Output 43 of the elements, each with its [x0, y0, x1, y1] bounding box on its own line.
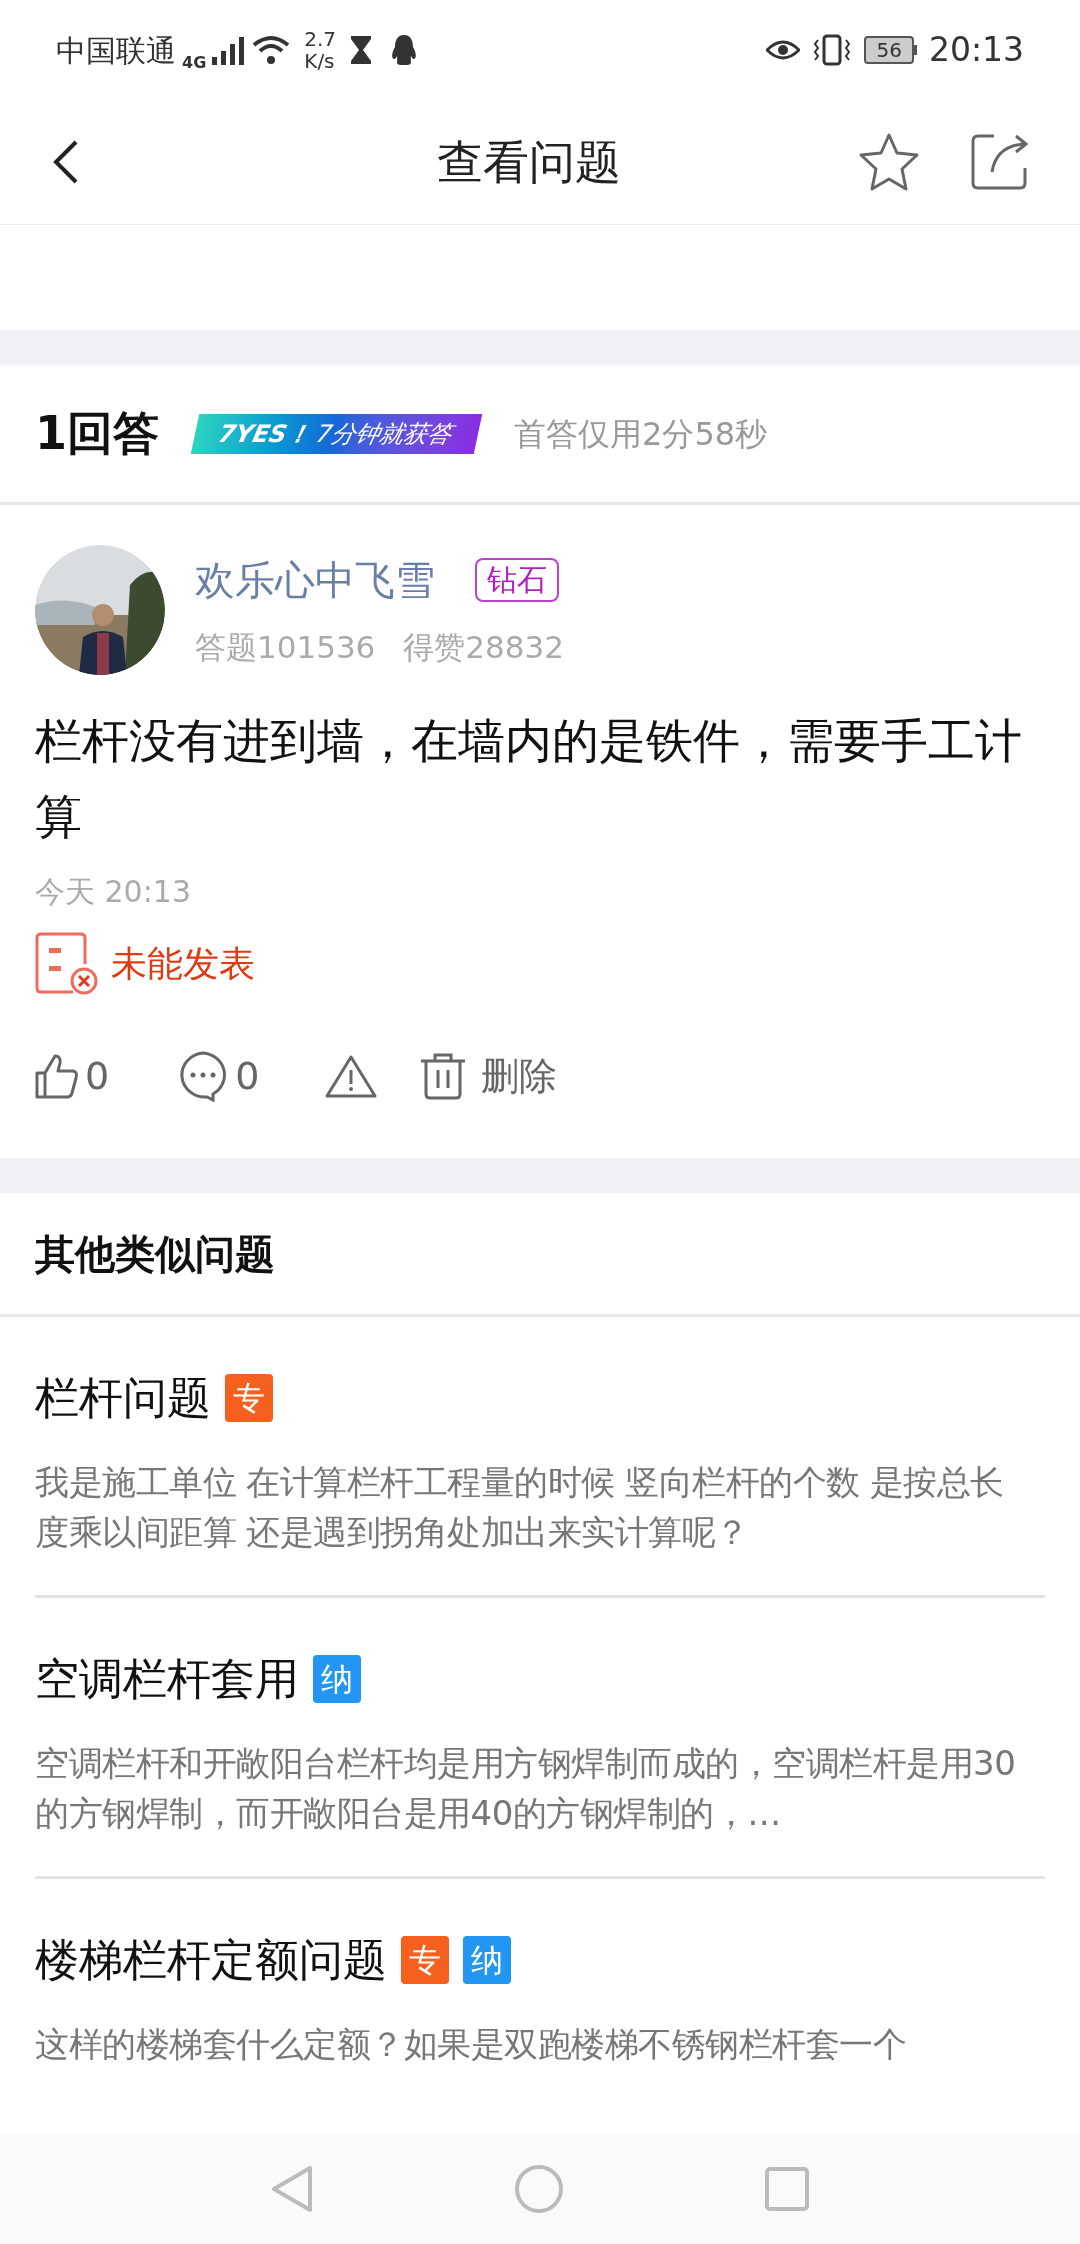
thumbs-up-icon[interactable]: [35, 1053, 79, 1099]
share-icon[interactable]: [970, 132, 1030, 192]
fast-answer-banner: 7YES！7分钟就获答: [190, 413, 483, 454]
question-tag: 纳: [313, 1655, 361, 1703]
speed-unit: K/s: [304, 50, 336, 72]
section-title: 其他类似问题: [35, 1229, 275, 1279]
question-title[interactable]: 空调栏杆套用: [35, 1646, 299, 1712]
eye-icon: [766, 38, 801, 62]
hourglass-icon: [350, 35, 373, 65]
network-type: 4G: [182, 52, 207, 74]
question-tag: 纳: [463, 1936, 511, 1984]
answer-text: 栏杆没有进到墙，在墙内的是铁件，需要手工计算: [35, 712, 1023, 846]
delete-button[interactable]: 删除: [419, 1047, 558, 1105]
failed-icon: [35, 932, 99, 996]
level-badge: 钻石: [475, 557, 559, 602]
answer-count: 1回答: [35, 405, 159, 462]
answer-time: 今天 20:13: [35, 873, 192, 911]
first-answer-note: 首答仅用2分58秒: [514, 413, 768, 455]
question-tag: 专: [401, 1936, 449, 1984]
question-description: 我是施工单位 在计算栏杆工程量的时候 竖向栏杆的个数 是按总长度乘以间距算 还是遇到拐角处加出来实计算呢？: [35, 1461, 1005, 1554]
failed-status: 未能发表: [111, 942, 255, 986]
speed-value: 2.7: [304, 28, 337, 50]
penguin-icon: [390, 34, 419, 66]
page-title: 查看问题: [437, 133, 621, 191]
carrier-name: 中国联通: [56, 31, 176, 70]
question-description: 空调栏杆和开敞阳台栏杆均是用方钢焊制而成的，空调栏杆是用30的方钢焊制，而开敞阳台是用40的方钢焊制的，…: [35, 1742, 1017, 1835]
wifi-icon: [252, 35, 291, 65]
answer-stat: 答题101536: [195, 627, 376, 667]
question-tag: 专: [225, 1374, 273, 1422]
clock-time: 20:13: [928, 29, 1024, 72]
signal-icon: [212, 35, 247, 65]
question-title[interactable]: 栏杆问题: [35, 1365, 211, 1431]
question-description: 这样的楼梯套什么定额？如果是双跑楼梯不锈钢栏杆套一个: [35, 2023, 907, 2066]
user-name[interactable]: 欢乐心中飞雪: [195, 549, 435, 610]
like-count: 0: [85, 1052, 110, 1100]
battery-indicator: 56: [864, 36, 917, 64]
warning-icon[interactable]: [325, 1054, 378, 1098]
comment-count: 0: [235, 1052, 260, 1100]
vibrate-icon: [812, 34, 853, 66]
question-title[interactable]: 楼梯栏杆定额问题: [35, 1927, 387, 1993]
trash-icon: [419, 1052, 468, 1100]
star-icon[interactable]: [858, 132, 920, 192]
like-stat: 得赞28832: [403, 627, 564, 667]
